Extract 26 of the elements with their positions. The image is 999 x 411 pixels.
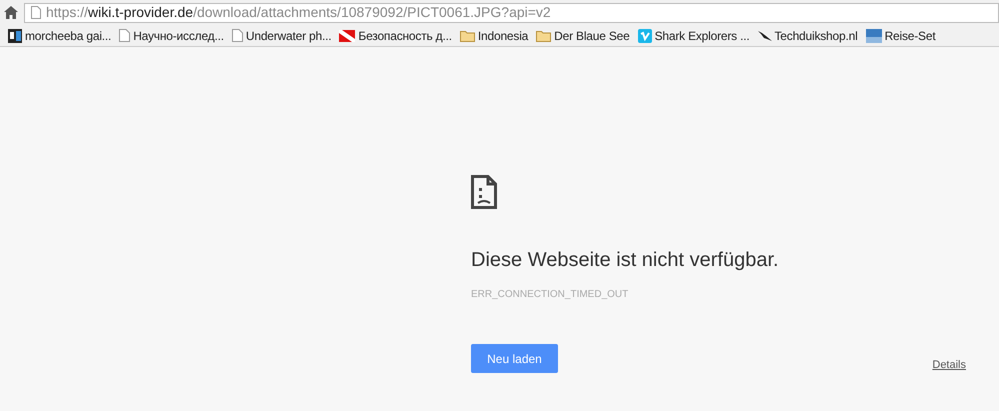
bookmark[interactable]: morcheeba gai... <box>8 26 112 44</box>
home-icon[interactable] <box>4 6 18 19</box>
page-icon <box>119 29 130 42</box>
shark-icon <box>758 30 772 42</box>
bookmark[interactable]: Der Blaue See <box>536 26 630 44</box>
bookmark[interactable]: Techduikshop.nl <box>758 26 858 44</box>
details-link[interactable]: Details <box>932 357 966 374</box>
url-text: https://wiki.t-provider.de/download/attachments/10879092/PICT0061.JPG?api=v2 <box>46 3 551 22</box>
error-heading: Diese Webseite ist nicht verfügbar. <box>471 248 780 273</box>
page-icon <box>31 6 41 19</box>
folder-icon <box>536 30 552 42</box>
bookmark[interactable]: Underwater ph... <box>232 26 332 44</box>
bookmark[interactable]: Shark Explorers ... <box>638 26 750 44</box>
folder-icon <box>460 30 475 42</box>
diver-flag-icon <box>339 30 356 42</box>
bookmark[interactable]: Indonesia <box>460 26 528 44</box>
bookmark[interactable]: Reise-Set <box>866 26 936 44</box>
sad-page-icon <box>471 175 497 209</box>
bookmark[interactable]: Безопасность д... <box>339 26 452 44</box>
shop-icon <box>866 28 882 42</box>
v-logo-icon <box>638 28 652 42</box>
page-icon <box>232 29 243 42</box>
address-bar[interactable]: https://wiki.t-provider.de/download/attachments/10879092/PICT0061.JPG?api=v2 <box>24 2 999 22</box>
logo-icon <box>8 28 22 42</box>
error-code: ERR_CONNECTION_TIMED_OUT <box>471 288 630 302</box>
bookmark[interactable]: Научно-исслед... <box>119 26 224 44</box>
